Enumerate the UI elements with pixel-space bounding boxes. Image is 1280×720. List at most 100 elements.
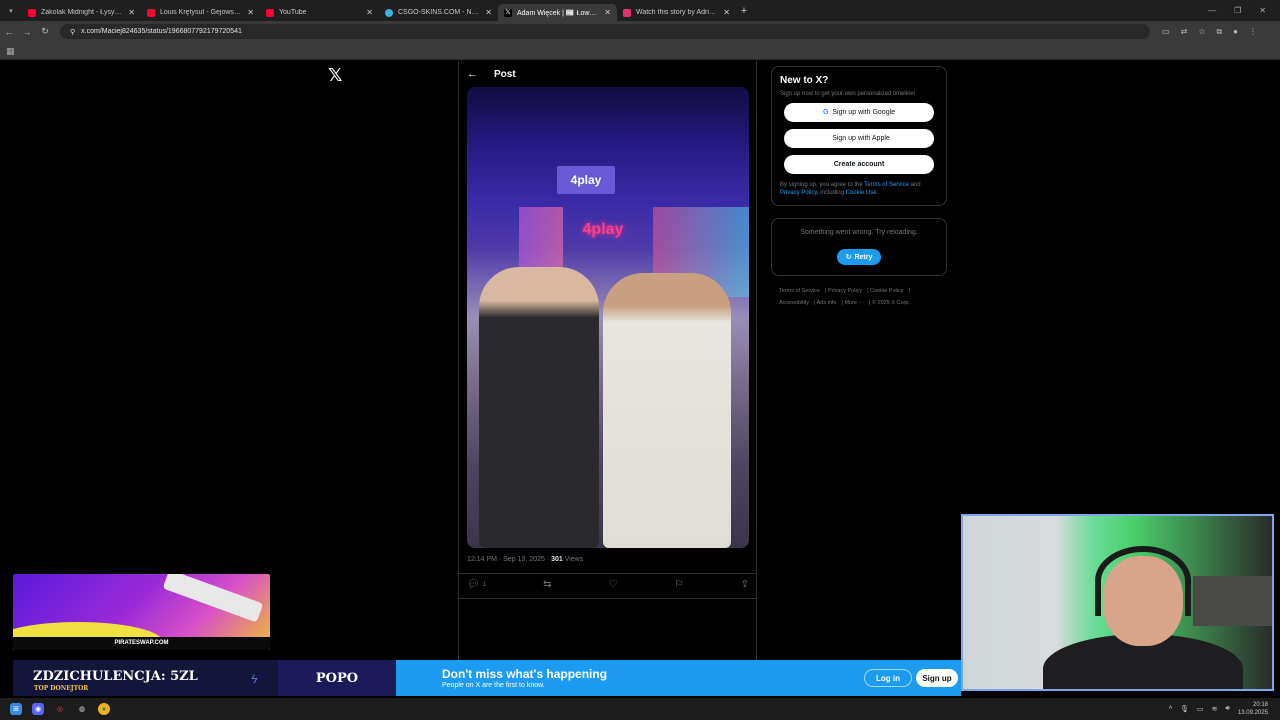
tab-close-icon[interactable]: ✕ bbox=[366, 8, 373, 17]
privacy-link[interactable]: Privacy Policy bbox=[780, 190, 817, 196]
youtube-favicon-icon bbox=[147, 8, 155, 17]
app-icon[interactable]: ◎ bbox=[54, 703, 66, 715]
tab-close-icon[interactable]: ✕ bbox=[723, 8, 730, 17]
url-text: x.com/Maciej824635/status/19668077921797… bbox=[81, 28, 242, 35]
extensions-icon[interactable]: ⧉ bbox=[1216, 27, 1222, 37]
minimize-icon[interactable]: — bbox=[1208, 6, 1216, 15]
wifi-icon[interactable]: ≋ bbox=[1212, 705, 1218, 713]
background-shelf bbox=[1193, 576, 1272, 626]
url-field[interactable]: ⚲ x.com/Maciej824635/status/196680779217… bbox=[60, 24, 1150, 39]
webcam-overlay bbox=[961, 514, 1274, 691]
post-timestamp[interactable]: 12:14 PM · Sep 13, 2025 · bbox=[467, 556, 551, 563]
install-app-icon[interactable]: ▭ bbox=[1162, 27, 1170, 37]
tab-close-icon[interactable]: ✕ bbox=[604, 8, 611, 17]
post-meta: 12:14 PM · Sep 13, 2025 · 301 Views bbox=[467, 556, 583, 563]
refresh-icon: ↻ bbox=[845, 254, 852, 261]
banner-subtitle: People on X are the first to know. bbox=[442, 682, 545, 689]
retry-button[interactable]: ↻ Retry bbox=[836, 249, 882, 265]
forward-arrow-icon[interactable]: → bbox=[18, 27, 36, 37]
x-logo-icon[interactable]: 𝕏 bbox=[328, 65, 343, 86]
google-signup-label: Sign up with Google bbox=[832, 109, 896, 116]
profile-icon[interactable]: ● bbox=[1233, 27, 1238, 37]
error-message: Something went wrong. Try reloading. bbox=[800, 229, 918, 236]
tab-search-icon[interactable]: ▾ bbox=[0, 7, 22, 15]
browser-tab[interactable]: Louis Krętysut - Gejowski Blum ✕ bbox=[141, 4, 260, 21]
ad-brand: PIRATESWAP.COM bbox=[13, 637, 270, 650]
google-signup-button[interactable]: G Sign up with Google bbox=[784, 103, 934, 122]
volume-icon[interactable]: 🔊︎ bbox=[1226, 705, 1230, 713]
legal-text: . bbox=[876, 190, 879, 196]
bookmark-icon[interactable]: ⚐ bbox=[675, 579, 684, 590]
address-toolbar: ← → ↻ ⚲ x.com/Maciej824635/status/196680… bbox=[0, 21, 1280, 42]
tab-title: YouTube bbox=[279, 9, 307, 16]
browser-tab[interactable]: Zakolak Midnight - Łysy Wojow ✕ bbox=[22, 4, 141, 21]
post-actions: 💬︎ 1 ⇆ ♡ ⚐ ⇪ bbox=[467, 579, 749, 590]
tab-close-icon[interactable]: ✕ bbox=[247, 8, 254, 17]
login-button[interactable]: Log in bbox=[864, 669, 912, 687]
restore-icon[interactable]: ❐ bbox=[1234, 6, 1241, 15]
microphone-icon[interactable]: 🎙︎ bbox=[1180, 705, 1189, 713]
banner-title: Don't miss what's happening bbox=[442, 667, 608, 681]
new-tab-button[interactable]: + bbox=[736, 5, 752, 17]
window-controls: — ❐ ✕ bbox=[1208, 6, 1280, 15]
network-icon[interactable]: ▭ bbox=[1197, 705, 1204, 713]
footer-link[interactable]: More ··· bbox=[844, 300, 864, 306]
windows-start-icon[interactable]: ⊞ bbox=[10, 703, 22, 715]
apple-signup-button[interactable]: Sign up with Apple bbox=[784, 129, 934, 148]
create-account-button[interactable]: Create account bbox=[784, 155, 934, 174]
legal-text: By signing up, you agree to the bbox=[780, 182, 865, 188]
post-header: ← Post bbox=[459, 61, 756, 87]
share-icon[interactable]: ⇪ bbox=[741, 579, 749, 590]
legal-text: and bbox=[908, 182, 921, 188]
back-arrow-icon[interactable]: ← bbox=[467, 68, 478, 80]
post-photo[interactable]: 4play 4play bbox=[467, 87, 749, 548]
footer-link[interactable]: Ads info bbox=[817, 300, 837, 306]
discord-icon[interactable]: ◉ bbox=[32, 703, 44, 715]
apps-grid-icon[interactable]: ▦ bbox=[6, 46, 15, 57]
browser-tab[interactable]: Watch this story by Adrian Cio ✕ bbox=[617, 4, 736, 21]
repost-icon[interactable]: ⇆ bbox=[543, 579, 551, 590]
neon-sign: 4play bbox=[582, 221, 624, 238]
signup-button[interactable]: Sign up bbox=[916, 669, 958, 687]
signup-subtitle: Sign up now to get your own personalized… bbox=[780, 91, 916, 97]
browser-tab-active[interactable]: 𝕏 Adam Więcek | 📰 Łowca faktó ✕ bbox=[498, 4, 617, 21]
tab-title: Adam Więcek | 📰 Łowca faktó bbox=[517, 9, 599, 17]
browser-tab[interactable]: YouTube ✕ bbox=[260, 4, 379, 21]
reply-button[interactable]: 💬︎ 1 bbox=[467, 579, 486, 590]
obs-icon[interactable]: ◍ bbox=[76, 703, 88, 715]
os-taskbar: ⊞ ◉ ◎ ◍ ● ^ 🎙︎ ▭ ≋ 🔊︎ 20:18 13.09.2025 bbox=[0, 698, 1280, 720]
csgo-favicon-icon bbox=[385, 8, 393, 17]
donor-overlay: ZDZICHULENCJA: 5ZL TOP DONEJTOR ϟ bbox=[13, 660, 278, 696]
translate-icon[interactable]: ⇄ bbox=[1181, 27, 1188, 37]
clock-date: 13.09.2025 bbox=[1237, 710, 1268, 716]
tab-close-icon[interactable]: ✕ bbox=[485, 8, 492, 17]
login-banner: Don't miss what's happening People on X … bbox=[396, 660, 961, 696]
bookmark-star-icon[interactable]: ☆ bbox=[1198, 27, 1205, 37]
tab-close-icon[interactable]: ✕ bbox=[128, 8, 135, 17]
cookie-link[interactable]: Cookie Use bbox=[846, 190, 877, 196]
back-arrow-icon[interactable]: ← bbox=[0, 27, 18, 37]
site-info-icon[interactable]: ⚲ bbox=[70, 28, 75, 36]
terms-link[interactable]: Terms of Service bbox=[864, 182, 909, 188]
bookmarks-bar: ▦ bbox=[0, 42, 1280, 60]
instagram-favicon-icon bbox=[623, 8, 631, 17]
browser-tab[interactable]: CSGO-SKINS.COM - Najlepsze ✕ bbox=[379, 4, 498, 21]
ad-decoration bbox=[162, 574, 264, 623]
like-icon[interactable]: ♡ bbox=[609, 579, 618, 590]
headset bbox=[1095, 546, 1191, 616]
clock[interactable]: 20:18 13.09.2025 bbox=[1238, 701, 1268, 717]
browser-tab-bar: ▾ Zakolak Midnight - Łysy Wojow ✕ Louis … bbox=[0, 0, 1280, 21]
error-card: Something went wrong. Try reloading. ↻ Re… bbox=[771, 218, 947, 276]
menu-kebab-icon[interactable]: ⋮ bbox=[1249, 27, 1257, 37]
footer-link[interactable]: Privacy Policy bbox=[828, 288, 862, 294]
footer-link[interactable]: Cookie Policy bbox=[870, 288, 903, 294]
reload-icon[interactable]: ↻ bbox=[36, 26, 54, 37]
tray-chevron-icon[interactable]: ^ bbox=[1169, 706, 1172, 713]
footer-link[interactable]: Terms of Service bbox=[779, 288, 820, 294]
close-window-icon[interactable]: ✕ bbox=[1259, 6, 1266, 15]
reply-icon: 💬︎ bbox=[467, 579, 480, 590]
footer-links: Terms of Service | Privacy Policy | Cookie… bbox=[779, 288, 910, 306]
chrome-icon[interactable]: ● bbox=[98, 703, 110, 715]
footer-link[interactable]: Accessibility bbox=[779, 300, 809, 306]
right-sidebar: New to X? Sign up now to get your own pe… bbox=[771, 66, 947, 309]
